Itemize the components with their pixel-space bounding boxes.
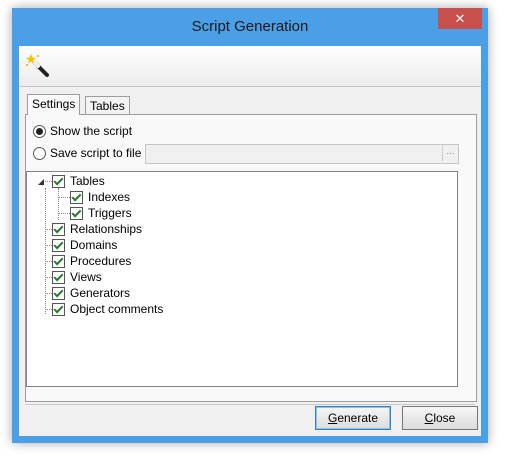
indexes-checkbox[interactable] [70,190,83,204]
title-bar[interactable]: Script Generation ✕ [12,8,488,46]
tables-checkbox[interactable] [52,174,65,188]
tree-connector [45,309,52,310]
settings-panel: Show the script Save script to file ... [25,114,477,402]
views-checkbox[interactable] [52,270,65,284]
tree-item-label: Indexes [88,190,131,204]
tree-connector [58,188,59,220]
save-to-file-label: Save script to file [50,146,142,160]
tree-item-triggers[interactable]: Triggers [70,205,132,221]
browse-button[interactable]: ... [442,145,458,161]
toolbar [19,46,481,87]
close-window-button[interactable]: ✕ [438,8,482,29]
tree-item-label: Triggers [88,206,132,220]
close-label: lose [433,411,456,425]
tree-item-label: Views [70,270,102,284]
tree-connector [45,245,52,246]
object-tree[interactable]: Tables Indexes Triggers Relationships Do… [26,171,458,387]
tab-settings[interactable]: Settings [27,94,81,115]
triggers-checkbox[interactable] [70,206,83,220]
show-script-label: Show the script [50,124,133,138]
button-separator [25,404,475,405]
generate-button[interactable]: Generate [315,406,391,430]
tree-item-object-comments[interactable]: Object comments [52,301,163,317]
show-script-radio[interactable] [33,124,46,138]
tree-item-label: Relationships [70,222,143,236]
expanded-arrow-icon[interactable] [37,178,45,186]
domains-checkbox[interactable] [52,238,65,252]
tree-item-label: Tables [70,174,105,188]
tree-connector [45,181,52,182]
tree-item-relationships[interactable]: Relationships [52,221,142,237]
tree-connector [58,197,70,198]
generators-checkbox[interactable] [52,286,65,300]
tree-item-indexes[interactable]: Indexes [70,189,130,205]
magic-wand-icon[interactable] [25,53,51,79]
close-button[interactable]: Close [402,406,478,430]
tree-item-views[interactable]: Views [52,269,102,285]
tree-item-label: Procedures [70,254,132,268]
tree-connector [45,261,52,262]
relationships-checkbox[interactable] [52,222,65,236]
generate-mnemonic: G [327,411,338,425]
tab-tables[interactable]: Tables [85,96,130,115]
tree-item-label: Domains [70,238,118,252]
show-script-option[interactable]: Show the script [33,124,132,138]
save-to-file-radio[interactable] [33,146,46,160]
script-generation-window: Script Generation ✕ Settings Tables Show… [12,8,488,443]
tree-item-procedures[interactable]: Procedures [52,253,131,269]
object-comments-checkbox[interactable] [52,302,65,316]
tree-item-tables[interactable]: Tables [52,173,105,189]
procedures-checkbox[interactable] [52,254,65,268]
tree-item-domains[interactable]: Domains [52,237,117,253]
tree-connector [45,188,46,314]
tree-item-label: Object comments [70,302,164,316]
window-title: Script Generation [191,18,309,35]
tree-item-label: Generators [70,286,131,300]
save-to-file-option[interactable]: Save script to file [33,146,141,160]
tree-connector [45,229,52,230]
tree-item-generators[interactable]: Generators [52,285,130,301]
tree-connector [45,277,52,278]
tree-connector [45,293,52,294]
generate-label: enerate [337,411,379,425]
tree-connector [58,213,70,214]
dialog-body: Settings Tables Show the script Save scr… [19,46,481,436]
